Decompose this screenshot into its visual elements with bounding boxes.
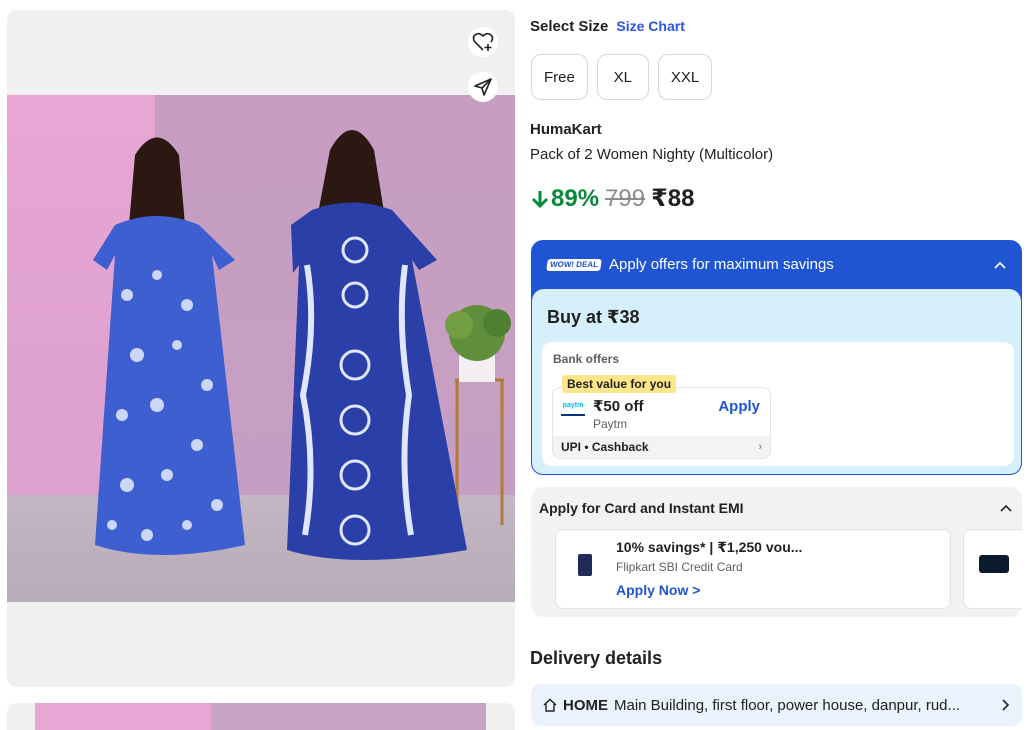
product-image-panel-second[interactable] bbox=[7, 703, 515, 730]
emi-offer-card-next[interactable] bbox=[963, 529, 1022, 609]
models-illustration bbox=[93, 130, 511, 560]
photo-background-left bbox=[35, 703, 211, 730]
heart-plus-icon bbox=[472, 32, 494, 51]
size-option-xxl[interactable]: XXL bbox=[657, 54, 713, 100]
emi-section-title: Apply for Card and Instant EMI bbox=[539, 500, 744, 516]
paytm-logo: paytm bbox=[561, 402, 585, 416]
offer-footer[interactable]: UPI • Cashback › bbox=[553, 436, 770, 458]
best-value-tag: Best value for you bbox=[562, 375, 677, 393]
photo-background-right bbox=[211, 703, 486, 730]
apply-now-link[interactable]: Apply Now > bbox=[616, 582, 700, 598]
discount-percent: 89% bbox=[551, 184, 600, 212]
emi-offer-card[interactable]: 10% savings* | ₹1,250 vou... Flipkart SB… bbox=[555, 529, 951, 609]
paytm-offer-card[interactable]: paytm ₹50 off Paytm Apply UPI • Cashback… bbox=[552, 387, 771, 459]
chevron-up-icon[interactable] bbox=[1000, 504, 1012, 512]
discount: 89% bbox=[531, 185, 599, 213]
size-option-free[interactable]: Free bbox=[531, 54, 588, 100]
offer-provider: Paytm bbox=[593, 417, 628, 431]
wow-deal-badge: WOW! DEAL bbox=[546, 258, 602, 271]
size-options: Free XL XXL bbox=[531, 54, 713, 100]
offers-card: WOW! DEAL Apply offers for maximum savin… bbox=[531, 240, 1022, 475]
offers-heading: Apply offers for maximum savings bbox=[609, 256, 834, 273]
apply-offer-button[interactable]: Apply bbox=[718, 398, 760, 415]
final-price: ₹88 bbox=[651, 185, 695, 212]
address-type: HOME bbox=[563, 696, 608, 714]
chevron-right-icon: › bbox=[758, 441, 762, 453]
price-row: 89% 799 ₹88 bbox=[531, 184, 695, 213]
product-image-panel bbox=[7, 10, 515, 687]
offer-footer-text: UPI • Cashback bbox=[561, 440, 649, 454]
address-text: Main Building, first floor, power house,… bbox=[614, 696, 961, 714]
arrow-down-icon bbox=[531, 190, 549, 208]
offers-header[interactable]: WOW! DEAL Apply offers for maximum savin… bbox=[531, 240, 1022, 289]
offer-amount: ₹50 off bbox=[593, 398, 644, 415]
size-option-xl[interactable]: XL bbox=[596, 54, 649, 100]
product-brand: HumaKart bbox=[530, 121, 602, 138]
send-icon bbox=[474, 78, 492, 96]
card-emi-section: Apply for Card and Instant EMI 10% savin… bbox=[531, 487, 1022, 617]
chevron-up-icon bbox=[994, 261, 1006, 269]
mrp-price: 799 bbox=[605, 184, 646, 212]
chevron-right-icon bbox=[1002, 699, 1010, 711]
buy-at-price: Buy at ₹38 bbox=[547, 307, 640, 327]
offers-body: Buy at ₹38 Bank offers paytm ₹50 off Pay… bbox=[532, 289, 1021, 474]
product-photo[interactable] bbox=[7, 95, 515, 602]
delivery-address-bar[interactable]: HOME Main Building, first floor, power h… bbox=[531, 684, 1022, 726]
credit-card-icon bbox=[979, 555, 1009, 573]
credit-card-icon bbox=[578, 554, 592, 576]
select-size-label: Select Size bbox=[530, 18, 609, 35]
home-icon bbox=[543, 698, 557, 712]
bank-offers-box: Bank offers paytm ₹50 off Paytm Apply UP… bbox=[542, 342, 1014, 466]
delivery-details-title: Delivery details bbox=[530, 648, 663, 668]
emi-offer-heading: 10% savings* | ₹1,250 vou... bbox=[616, 539, 803, 555]
size-chart-link[interactable]: Size Chart bbox=[616, 18, 684, 34]
select-size-header: Select Size Size Chart bbox=[530, 18, 685, 35]
product-title: Pack of 2 Women Nighty (Multicolor) bbox=[530, 146, 774, 163]
wishlist-button[interactable] bbox=[468, 27, 498, 57]
share-button[interactable] bbox=[468, 72, 498, 102]
bank-offers-label: Bank offers bbox=[553, 352, 620, 366]
emi-offer-card-name: Flipkart SBI Credit Card bbox=[616, 560, 743, 574]
